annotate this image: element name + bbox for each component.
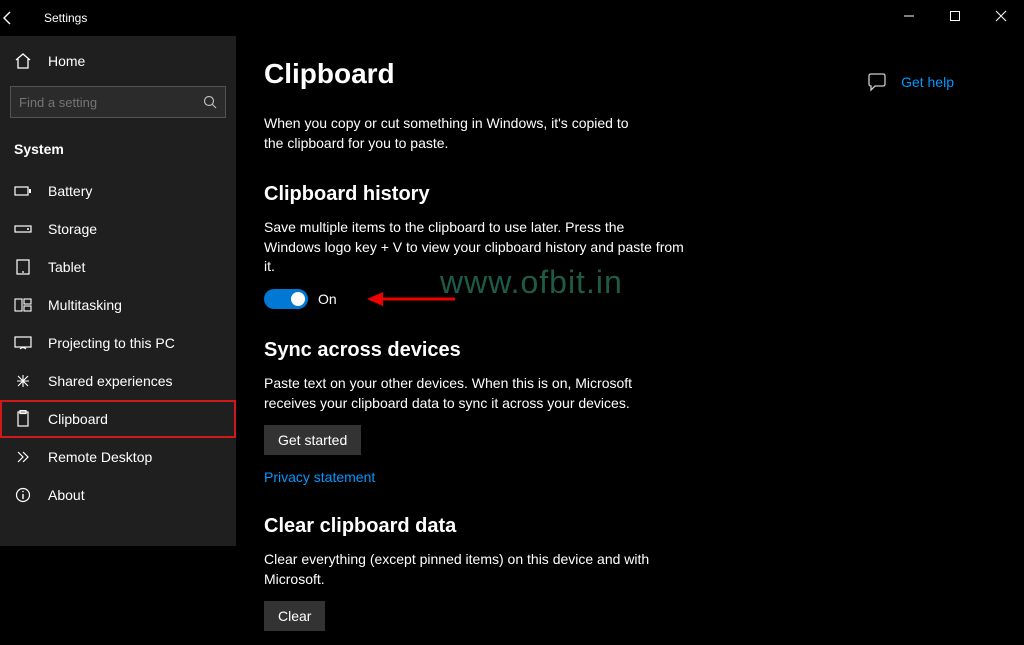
projecting-icon xyxy=(14,336,32,350)
sidebar-item-battery[interactable]: Battery xyxy=(0,172,236,210)
sidebar-item-label: Storage xyxy=(48,221,97,237)
page-intro: When you copy or cut something in Window… xyxy=(264,114,644,153)
clear-button[interactable]: Clear xyxy=(264,601,325,631)
get-help-link[interactable]: Get help xyxy=(901,74,954,90)
help-icon xyxy=(867,72,887,92)
sidebar-item-projecting[interactable]: Projecting to this PC xyxy=(0,324,236,362)
sidebar-item-label: Battery xyxy=(48,183,92,199)
get-started-button[interactable]: Get started xyxy=(264,425,361,455)
privacy-link[interactable]: Privacy statement xyxy=(264,469,375,485)
annotation-arrow xyxy=(367,289,457,309)
clipboard-icon xyxy=(14,410,32,428)
sync-desc: Paste text on your other devices. When t… xyxy=(264,374,684,413)
clear-desc: Clear everything (except pinned items) o… xyxy=(264,550,684,589)
help-section: Get help xyxy=(867,72,954,92)
minimize-button[interactable] xyxy=(886,0,932,32)
sidebar-item-shared-experiences[interactable]: Shared experiences xyxy=(0,362,236,400)
clipboard-history-desc: Save multiple items to the clipboard to … xyxy=(264,218,684,277)
sidebar-item-label: Remote Desktop xyxy=(48,449,152,465)
storage-icon xyxy=(14,223,32,235)
clipboard-history-toggle[interactable] xyxy=(264,289,308,309)
content-area: Clipboard When you copy or cut something… xyxy=(236,36,1024,546)
section-clear: Clear clipboard data xyxy=(264,515,996,538)
sidebar-item-multitasking[interactable]: Multitasking xyxy=(0,286,236,324)
search-icon xyxy=(203,95,217,109)
about-icon xyxy=(14,487,32,503)
home-icon xyxy=(14,52,32,70)
section-sync: Sync across devices xyxy=(264,339,996,362)
sidebar-item-label: Clipboard xyxy=(48,411,108,427)
sidebar-home[interactable]: Home xyxy=(0,42,236,80)
window-title: Settings xyxy=(44,11,87,25)
battery-icon xyxy=(14,185,32,197)
titlebar: Settings xyxy=(0,0,1024,36)
sidebar: Home System Battery Storage Tablet Multi… xyxy=(0,36,236,546)
sidebar-item-clipboard[interactable]: Clipboard xyxy=(0,400,236,438)
sidebar-item-remote-desktop[interactable]: Remote Desktop xyxy=(0,438,236,476)
tablet-icon xyxy=(14,259,32,275)
sidebar-item-label: About xyxy=(48,487,85,503)
sidebar-item-label: Multitasking xyxy=(48,297,122,313)
sidebar-item-label: Shared experiences xyxy=(48,373,173,389)
section-clipboard-history: Clipboard history xyxy=(264,183,996,206)
remote-icon xyxy=(14,449,32,465)
toggle-state-label: On xyxy=(318,291,337,307)
sidebar-item-about[interactable]: About xyxy=(0,476,236,514)
close-button[interactable] xyxy=(978,0,1024,32)
sidebar-item-label: Tablet xyxy=(48,259,85,275)
back-button[interactable] xyxy=(0,10,40,26)
search-box[interactable] xyxy=(10,86,226,118)
sidebar-item-tablet[interactable]: Tablet xyxy=(0,248,236,286)
sidebar-home-label: Home xyxy=(48,53,85,69)
sidebar-item-storage[interactable]: Storage xyxy=(0,210,236,248)
search-input[interactable] xyxy=(19,95,189,110)
shared-icon xyxy=(14,373,32,389)
multitasking-icon xyxy=(14,298,32,312)
maximize-button[interactable] xyxy=(932,0,978,32)
sidebar-item-label: Projecting to this PC xyxy=(48,335,175,351)
sidebar-header: System xyxy=(0,128,236,166)
